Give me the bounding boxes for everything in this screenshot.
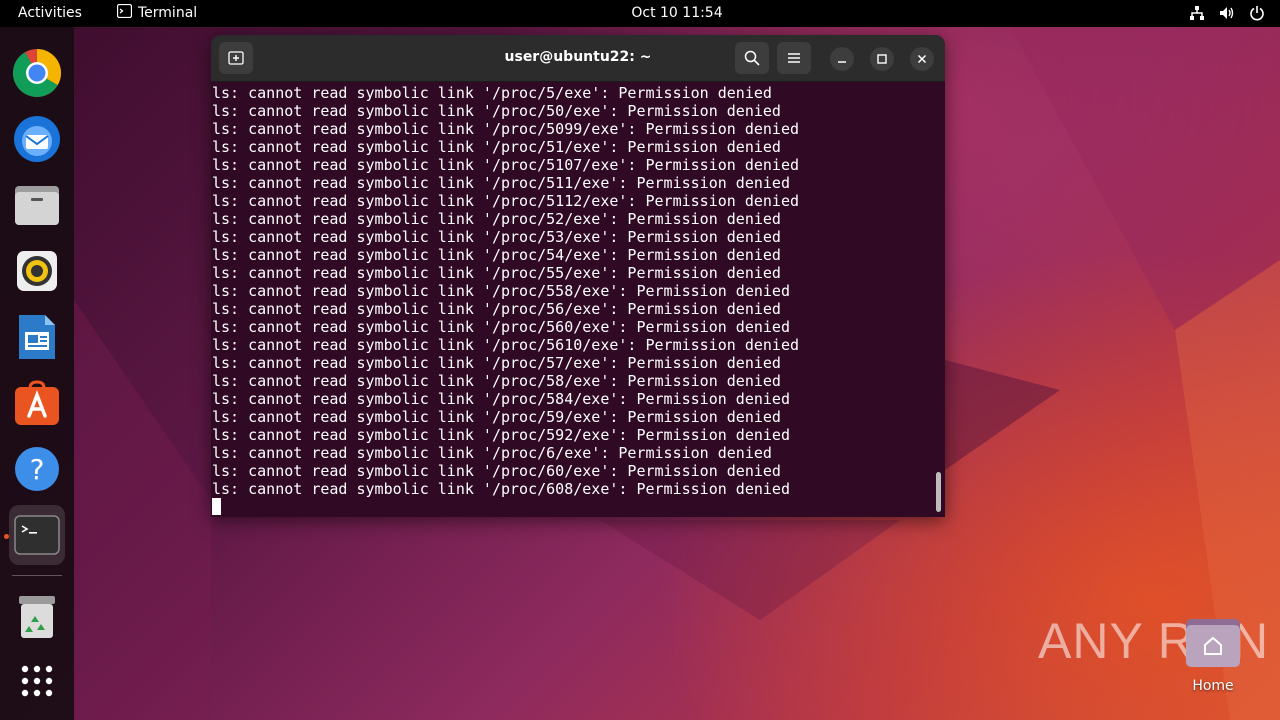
terminal-line: ls: cannot read symbolic link '/proc/511… [212,192,799,210]
maximize-button[interactable] [870,47,894,71]
power-icon[interactable] [1248,4,1266,22]
dock-item-trash[interactable] [10,590,64,644]
home-folder-label[interactable]: Home [1180,678,1246,694]
dock-item-show-apps[interactable] [10,654,64,708]
dock: ? [0,27,74,720]
dock-item-chrome[interactable] [10,46,64,100]
terminal-line: ls: cannot read symbolic link '/proc/51/… [212,138,781,156]
dock-item-terminal[interactable] [9,505,65,565]
terminal-cursor [212,498,221,515]
dock-item-thunderbird[interactable] [10,112,64,166]
terminal-line: ls: cannot read symbolic link '/proc/592… [212,426,790,444]
dock-item-rhythmbox[interactable] [10,244,64,298]
terminal-line: ls: cannot read symbolic link '/proc/608… [212,480,790,498]
menu-button[interactable] [777,42,811,74]
show-apps-icon [21,665,53,697]
terminal-line: ls: cannot read symbolic link '/proc/561… [212,336,799,354]
chrome-icon [12,48,62,98]
terminal-line: ls: cannot read symbolic link '/proc/6/e… [212,444,772,462]
svg-text:?: ? [30,453,45,486]
thunderbird-icon [14,116,60,162]
clock[interactable]: Oct 10 11:54 [0,5,1280,21]
terminal-line: ls: cannot read symbolic link '/proc/52/… [212,210,781,228]
terminal-line: ls: cannot read symbolic link '/proc/59/… [212,408,781,426]
dock-item-files[interactable] [10,178,64,232]
files-icon [15,186,59,225]
terminal-line: ls: cannot read symbolic link '/proc/53/… [212,228,781,246]
dock-item-help[interactable]: ? [10,442,64,496]
terminal-line: ls: cannot read symbolic link '/proc/511… [212,174,790,192]
close-button[interactable] [910,47,934,71]
network-icon[interactable] [1188,4,1206,22]
dock-item-writer[interactable] [10,310,64,364]
terminal-line: ls: cannot read symbolic link '/proc/509… [212,120,799,138]
terminal-icon [14,515,60,555]
home-folder-icon[interactable] [1185,618,1241,668]
terminal-line: ls: cannot read symbolic link '/proc/510… [212,156,799,174]
terminal-headerbar[interactable]: user@ubuntu22: ~ [211,35,945,82]
terminal-line: ls: cannot read symbolic link '/proc/50/… [212,102,781,120]
terminal-line: ls: cannot read symbolic link '/proc/558… [212,282,790,300]
terminal-line: ls: cannot read symbolic link '/proc/57/… [212,354,781,372]
terminal-line: ls: cannot read symbolic link '/proc/56/… [212,300,781,318]
minimize-icon [838,61,846,63]
trash-icon [19,596,55,638]
terminal-line: ls: cannot read symbolic link '/proc/560… [212,318,790,336]
terminal-output[interactable]: ls: cannot read symbolic link '/proc/5/e… [211,82,945,517]
top-bar: Activities Terminal Oct 10 11:54 [0,0,1280,27]
terminal-line: ls: cannot read symbolic link '/proc/584… [212,390,790,408]
rhythmbox-icon [17,251,57,291]
dock-separator [12,575,62,576]
writer-icon [19,315,55,359]
terminal-line: ls: cannot read symbolic link '/proc/5/e… [212,84,772,102]
hamburger-menu-icon [788,53,800,63]
app-center-icon [15,380,59,425]
minimize-button[interactable] [830,47,854,71]
terminal-window[interactable]: user@ubuntu22: ~ ls: cannot read symboli… [211,35,945,517]
terminal-line: ls: cannot read symbolic link '/proc/55/… [212,264,781,282]
search-button[interactable] [735,42,769,74]
close-icon [917,54,927,64]
volume-icon[interactable] [1218,4,1236,22]
maximize-icon [877,54,887,64]
terminal-line: ls: cannot read symbolic link '/proc/60/… [212,462,781,480]
terminal-line: ls: cannot read symbolic link '/proc/58/… [212,372,781,390]
terminal-line: ls: cannot read symbolic link '/proc/54/… [212,246,781,264]
search-icon [744,50,760,66]
system-tray[interactable] [1188,4,1266,22]
help-icon: ? [15,447,59,491]
dock-item-app-center[interactable] [10,376,64,430]
terminal-scrollbar[interactable] [936,472,941,512]
